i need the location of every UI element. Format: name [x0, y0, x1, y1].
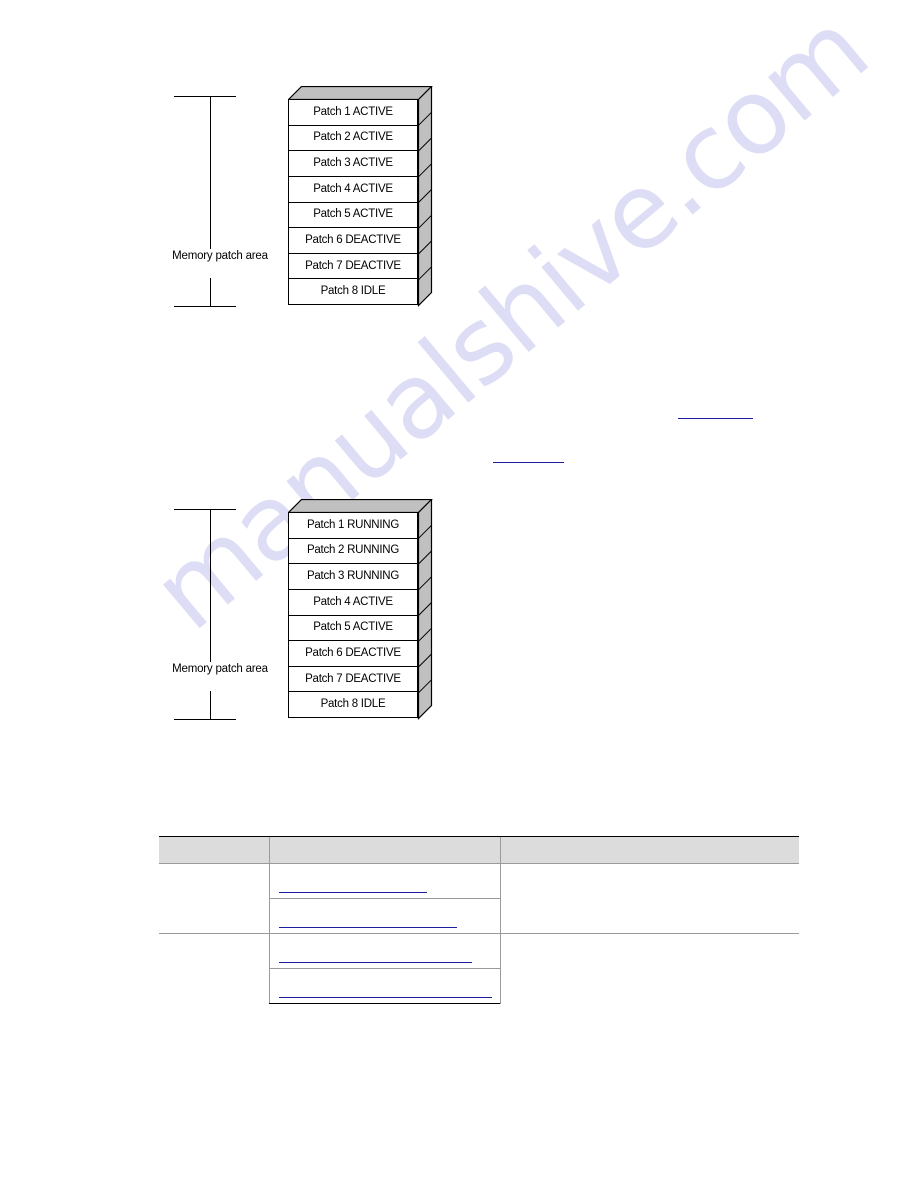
bracket-stem-upper — [210, 97, 211, 254]
patch-row: Patch 4 ACTIVE — [289, 176, 417, 203]
bracket-stem-upper — [210, 510, 211, 667]
memory-patch-area-bracket: Memory patch area — [158, 499, 282, 731]
figure-memory-patch-area-active: Memory patch area Patch 1 ACTIVE Patch 2… — [158, 86, 460, 318]
patch-row: Patch 5 ACTIVE — [289, 202, 417, 229]
table-header-cell — [159, 836, 270, 864]
bracket-stem-lower — [210, 691, 211, 719]
bracket-top-cap — [174, 96, 236, 97]
body-hyperlink[interactable] — [493, 462, 564, 463]
table-cell-first-column — [159, 933, 270, 1004]
patch-row: Patch 6 DEACTIVE — [289, 228, 417, 254]
bracket-bottom-cap — [174, 719, 236, 720]
bracket-label: Memory patch area — [158, 662, 282, 676]
bracket-bottom-cap — [174, 306, 236, 307]
table-cell-link[interactable] — [269, 863, 501, 899]
patch-memory-stack: Patch 1 RUNNING Patch 2 RUNNING Patch 3 … — [288, 499, 448, 731]
patch-row: Patch 3 RUNNING — [289, 564, 417, 590]
patch-row: Patch 3 ACTIVE — [289, 151, 417, 177]
patch-row: Patch 1 RUNNING — [289, 513, 417, 539]
patch-memory-stack: Patch 1 ACTIVE Patch 2 ACTIVE Patch 3 AC… — [288, 86, 448, 318]
table-cell-link[interactable] — [269, 968, 501, 1004]
patch-row: Patch 1 ACTIVE — [289, 100, 417, 126]
bracket-stem-lower — [210, 278, 211, 306]
table-cell-first-column — [159, 863, 270, 934]
table-header-cell — [269, 836, 501, 864]
patch-row-list: Patch 1 RUNNING Patch 2 RUNNING Patch 3 … — [288, 512, 418, 718]
patch-row: Patch 2 RUNNING — [289, 538, 417, 565]
patch-row: Patch 2 ACTIVE — [289, 125, 417, 152]
patch-row: Patch 6 DEACTIVE — [289, 641, 417, 667]
table-header-row — [159, 836, 799, 864]
table-cell-third-column — [500, 933, 799, 1004]
table-header-cell — [500, 836, 799, 864]
table-cell-third-column — [500, 863, 799, 934]
memory-patch-area-bracket: Memory patch area — [158, 86, 282, 318]
reference-table — [159, 836, 799, 1004]
patch-row: Patch 8 IDLE — [289, 279, 417, 304]
patch-row: Patch 7 DEACTIVE — [289, 666, 417, 693]
table-cell-hyperlink-rule[interactable] — [279, 997, 492, 998]
body-hyperlink[interactable] — [678, 418, 753, 419]
bracket-label: Memory patch area — [158, 249, 282, 263]
patch-row: Patch 8 IDLE — [289, 692, 417, 717]
figure-memory-patch-area-running: Memory patch area Patch 1 RUNNING Patch … — [158, 499, 460, 731]
patch-row: Patch 7 DEACTIVE — [289, 253, 417, 280]
table-cell-hyperlink-rule[interactable] — [279, 962, 472, 963]
table-cell-hyperlink-rule[interactable] — [279, 927, 457, 928]
table-cell-hyperlink-rule[interactable] — [279, 892, 427, 893]
table-cell-link[interactable] — [269, 898, 501, 934]
table-cell-link[interactable] — [269, 933, 501, 969]
patch-row-list: Patch 1 ACTIVE Patch 2 ACTIVE Patch 3 AC… — [288, 99, 418, 305]
table-row — [159, 863, 799, 934]
patch-row: Patch 5 ACTIVE — [289, 615, 417, 642]
bracket-top-cap — [174, 509, 236, 510]
document-page: Memory patch area Patch 1 ACTIVE Patch 2… — [0, 0, 918, 1188]
patch-row: Patch 4 ACTIVE — [289, 589, 417, 616]
table-row — [159, 933, 799, 1004]
